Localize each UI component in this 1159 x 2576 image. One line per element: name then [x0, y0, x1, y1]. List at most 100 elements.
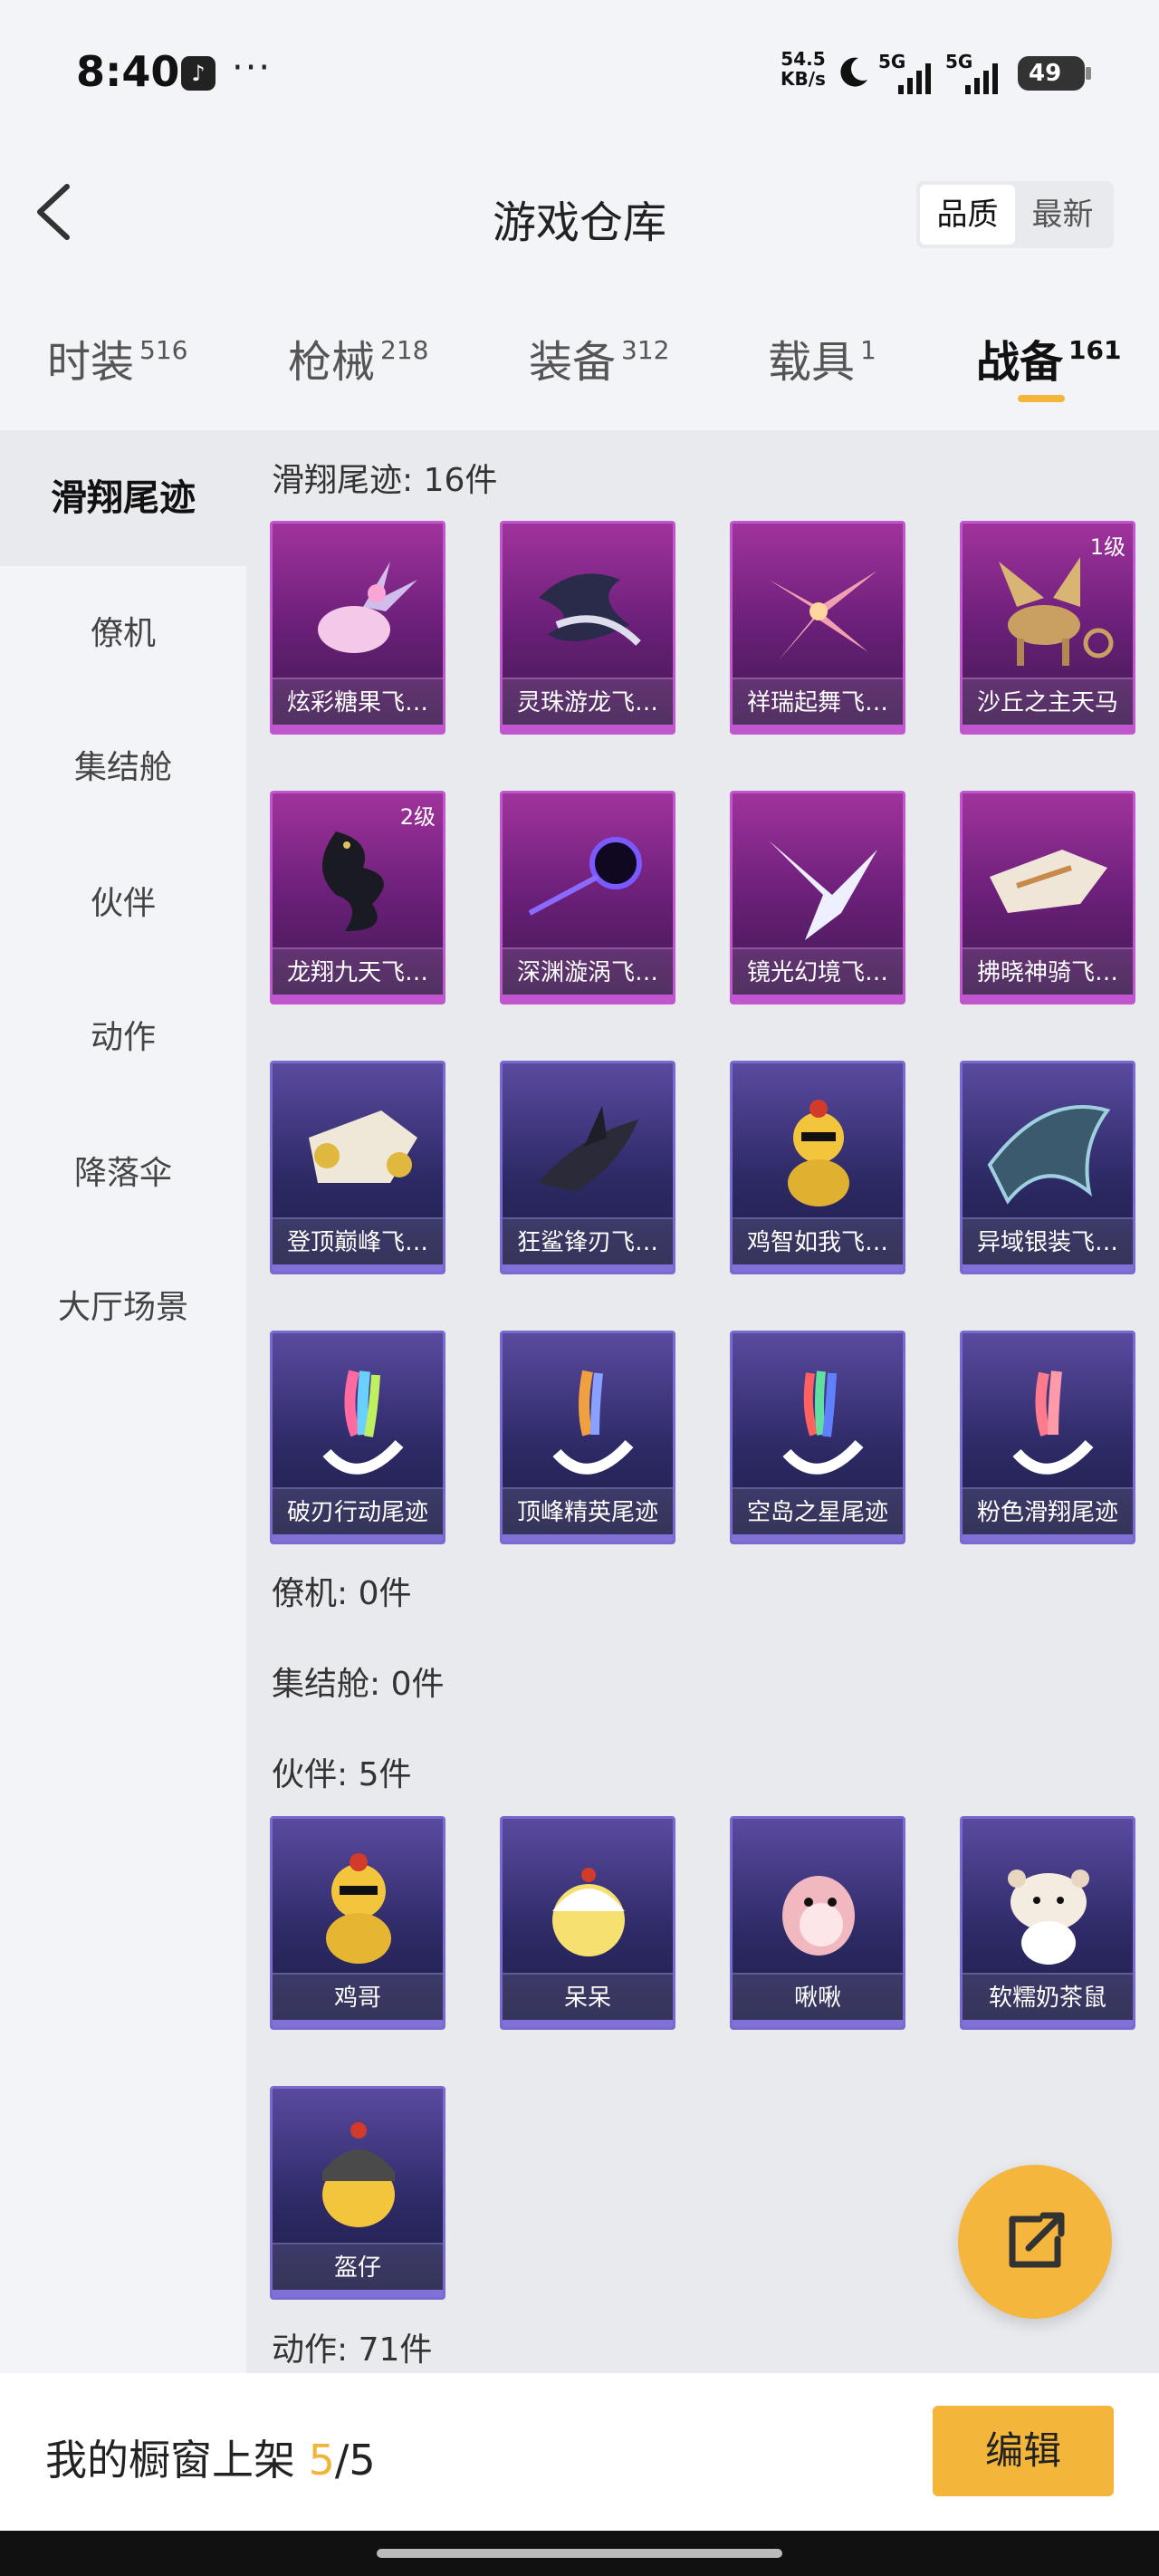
- tab-label: 时装: [47, 337, 135, 388]
- alien-glider-icon: [987, 1105, 1111, 1205]
- tab-count: 516: [139, 335, 188, 365]
- tab-fashion[interactable]: 时装 516: [47, 326, 187, 389]
- rarity-strip: [503, 725, 673, 732]
- rarity-strip: [273, 1264, 443, 1272]
- smoke-trail-icon: [552, 1370, 634, 1475]
- mirror-wing-trail-icon: [769, 841, 877, 940]
- item-name: 空岛之星尾迹: [733, 1487, 903, 1534]
- item-card[interactable]: 粉色滑翔尾迹: [960, 1331, 1135, 1544]
- header: 游戏仓库 品质 最新: [0, 145, 1159, 281]
- item-card[interactable]: 鸡哥: [270, 1816, 445, 2030]
- shark-glider-icon: [539, 1106, 638, 1192]
- item-card[interactable]: 异域银装飞…: [960, 1061, 1135, 1274]
- edit-button[interactable]: 编辑: [933, 2406, 1114, 2496]
- tab-war-prep[interactable]: 战备 161: [976, 326, 1121, 389]
- item-card[interactable]: 狂鲨锋刃飞…: [500, 1061, 675, 1274]
- hamster-partner-icon: [1008, 1870, 1089, 1965]
- signal-icon-2: 5G: [945, 51, 1003, 94]
- status-bar: 8:40 ♪ ··· 54.5 KB/s 5G 5G 49: [0, 0, 1159, 145]
- item-name: 炫彩糖果飞…: [273, 678, 443, 725]
- sidebar-item-rally-pod[interactable]: 集结舱: [0, 700, 246, 836]
- item-card[interactable]: 登顶巅峰飞…: [270, 1061, 445, 1274]
- sidebar-item-glide-trail[interactable]: 滑翔尾迹: [0, 430, 246, 566]
- item-card[interactable]: 空岛之星尾迹: [730, 1331, 905, 1544]
- share-button[interactable]: [958, 2165, 1112, 2319]
- item-name: 呆呆: [503, 1973, 673, 2020]
- section-title-rally-pod: 集结舱: 0件: [272, 1666, 445, 1703]
- dawn-knight-trail-icon: [990, 850, 1107, 913]
- sort-latest-option[interactable]: 最新: [1015, 185, 1110, 245]
- section-title-action: 动作: 71件: [272, 2331, 433, 2369]
- tab-count: 161: [1068, 335, 1122, 365]
- smoke-trail-icon: [322, 1370, 404, 1475]
- sort-toggle: 品质 最新: [916, 181, 1114, 248]
- showcase-shelf-total: /5: [334, 2436, 376, 2485]
- item-name: 镜光幻境飞…: [733, 947, 903, 995]
- item-card[interactable]: 深渊漩涡飞…: [500, 791, 675, 1004]
- tiktok-icon: ♪: [181, 56, 216, 91]
- item-card[interactable]: 盔仔: [270, 2086, 445, 2300]
- rarity-strip: [273, 995, 443, 1002]
- showcase-shelf-label: 我的橱窗上架 5/5: [45, 2427, 376, 2487]
- item-name: 登顶巅峰飞…: [273, 1217, 443, 1264]
- item-card[interactable]: 鸡智如我飞…: [730, 1061, 905, 1274]
- smoke-trail-icon: [782, 1370, 864, 1475]
- item-card[interactable]: 1级 沙丘之主天马: [960, 521, 1135, 735]
- item-card[interactable]: 祥瑞起舞飞…: [730, 521, 905, 735]
- item-card[interactable]: 软糯奶茶鼠: [960, 1816, 1135, 2030]
- rarity-strip: [963, 995, 1133, 1002]
- tab-count: 218: [380, 335, 429, 365]
- pegasus-trail-icon: [999, 557, 1114, 666]
- summit-glider-icon: [309, 1110, 417, 1183]
- chicken-glider-icon: [788, 1100, 849, 1206]
- item-card[interactable]: 2级 龙翔九天飞…: [270, 791, 445, 1004]
- rarity-strip: [733, 725, 903, 732]
- network-speed-unit: KB/s: [781, 68, 826, 90]
- tab-vehicles[interactable]: 载具 1: [768, 326, 876, 389]
- tab-label: 战备: [976, 337, 1064, 388]
- sidebar-item-partner[interactable]: 伙伴: [0, 836, 246, 972]
- rarity-strip: [733, 1534, 903, 1542]
- item-name: 祥瑞起舞飞…: [733, 678, 903, 725]
- item-card[interactable]: 镜光幻境飞…: [730, 791, 905, 1004]
- section-title-wingman: 僚机: 0件: [272, 1575, 412, 1612]
- item-name: 拂晓神骑飞…: [963, 947, 1133, 995]
- item-card[interactable]: 破刃行动尾迹: [270, 1331, 445, 1544]
- item-card[interactable]: 拂晓神骑飞…: [960, 791, 1135, 1004]
- showcase-shelf-prefix: 我的橱窗上架: [45, 2436, 309, 2485]
- section-title-partner: 伙伴: 5件: [272, 1756, 412, 1793]
- sidebar-item-wingman[interactable]: 僚机: [0, 566, 246, 702]
- dance-trail-icon: [769, 571, 877, 661]
- sidebar-item-parachute[interactable]: 降落伞: [0, 1106, 246, 1242]
- bird-partner-icon: [782, 1876, 855, 1956]
- sidebar-item-action[interactable]: 动作: [0, 970, 246, 1106]
- rarity-strip: [273, 2020, 443, 2027]
- item-name: 龙翔九天飞…: [273, 947, 443, 995]
- smoke-trail-icon: [1012, 1370, 1094, 1475]
- rarity-strip: [733, 995, 903, 1002]
- rarity-strip: [733, 2020, 903, 2027]
- item-card[interactable]: 炫彩糖果飞…: [270, 521, 445, 735]
- tab-equipment[interactable]: 装备 312: [529, 326, 669, 389]
- tab-firearms[interactable]: 枪械 218: [288, 326, 428, 389]
- rarity-strip: [503, 1264, 673, 1272]
- item-card[interactable]: 啾啾: [730, 1816, 905, 2030]
- rarity-strip: [963, 1264, 1133, 1272]
- more-notifications-icon: ···: [232, 47, 273, 89]
- item-card[interactable]: 顶峰精英尾迹: [500, 1331, 675, 1544]
- item-level: 1级: [1089, 534, 1125, 560]
- vortex-trail-icon: [528, 837, 642, 916]
- sort-quality-option[interactable]: 品质: [920, 185, 1015, 245]
- tab-count: 312: [621, 335, 670, 365]
- rarity-strip: [503, 1534, 673, 1542]
- active-tab-indicator: [1018, 395, 1065, 402]
- network-speed: 54.5 KB/s: [781, 49, 826, 89]
- home-gesture-handle[interactable]: [377, 2549, 782, 2558]
- sidebar-item-lobby-scene[interactable]: 大厅场景: [0, 1240, 246, 1376]
- rarity-strip: [273, 1534, 443, 1542]
- candy-trail-icon: [318, 562, 417, 653]
- item-level: 2级: [399, 804, 436, 830]
- item-card[interactable]: 灵珠游龙飞…: [500, 521, 675, 735]
- item-card[interactable]: 呆呆: [500, 1816, 675, 2030]
- showcase-shelf-current: 5: [308, 2436, 335, 2485]
